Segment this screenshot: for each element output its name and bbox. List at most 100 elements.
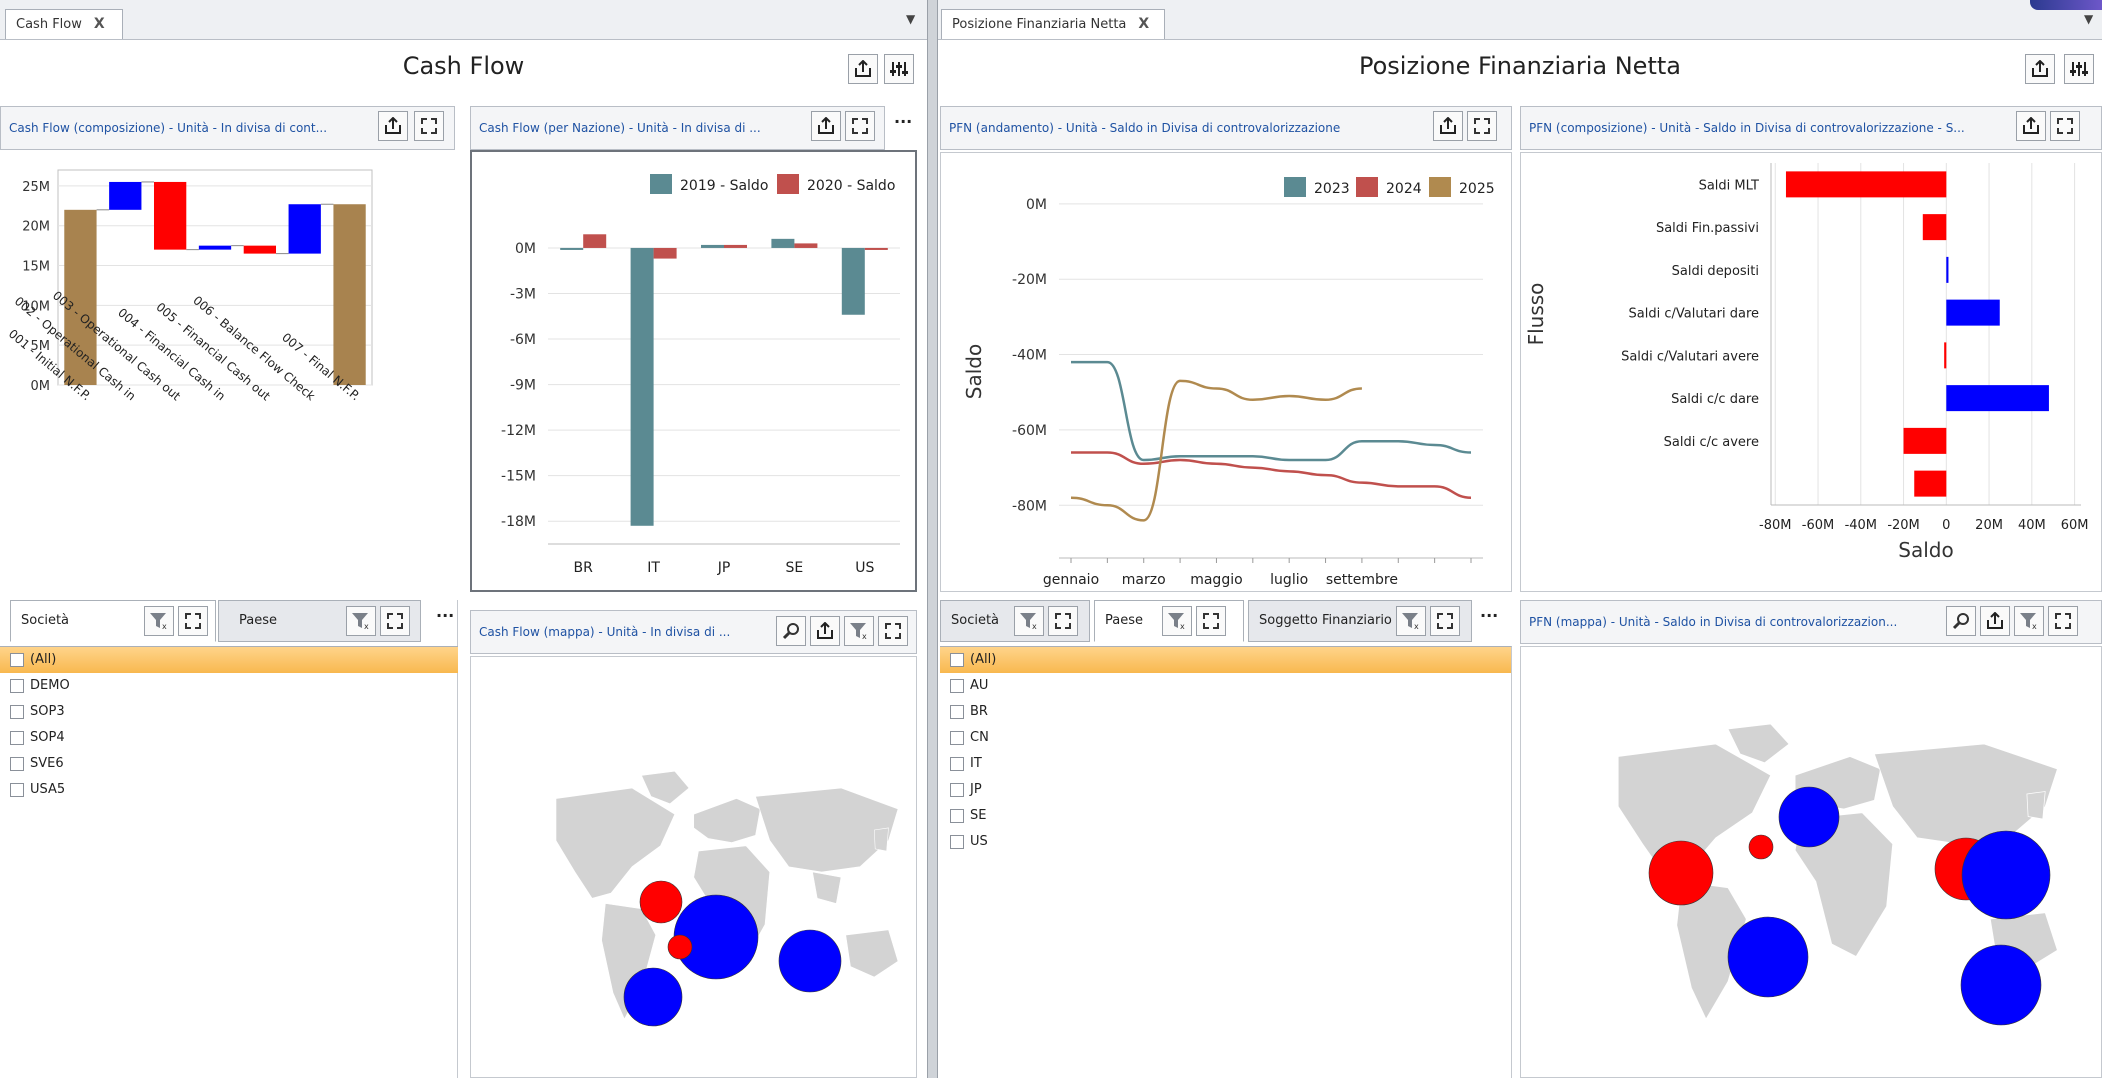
x-tick-label: -40M: [1845, 518, 1877, 533]
tab-label: Cash Flow: [16, 17, 82, 32]
export-button[interactable]: [378, 111, 408, 141]
filter-item-label: USA5: [30, 782, 66, 797]
clear-filter-icon[interactable]: x: [346, 606, 376, 636]
filter-list-item[interactable]: SOP3: [0, 699, 458, 725]
maximize-icon[interactable]: [1430, 606, 1460, 636]
filter-list-item[interactable]: CN: [940, 725, 1511, 751]
filter-list-item[interactable]: (All): [940, 647, 1511, 673]
land-shape: [845, 929, 899, 978]
checkbox[interactable]: [10, 705, 24, 719]
export-button[interactable]: [810, 616, 840, 646]
y-tick-label: Saldi c/Valutari avere: [1621, 349, 1759, 364]
maximize-icon[interactable]: [878, 616, 908, 646]
zoom-icon[interactable]: [1946, 606, 1976, 636]
maximize-icon[interactable]: [1048, 606, 1078, 636]
split-divider[interactable]: [927, 0, 938, 1078]
maximize-icon[interactable]: [414, 111, 444, 141]
panel-header-pfn-andamento: PFN (andamento) - Unità - Saldo in Divis…: [940, 106, 1512, 150]
tab-cash-flow[interactable]: Cash Flow X: [5, 9, 123, 39]
legend-swatch: [1429, 177, 1451, 197]
clear-filter-icon[interactable]: x: [144, 606, 174, 636]
filter-list-item[interactable]: SVE6: [0, 751, 458, 777]
checkbox[interactable]: [950, 835, 964, 849]
maximize-icon[interactable]: [845, 111, 875, 141]
export-button[interactable]: [1980, 606, 2010, 636]
zoom-icon[interactable]: [776, 616, 806, 646]
left-tabstrip: [0, 0, 927, 40]
svg-text:x: x: [1032, 622, 1037, 630]
filter-list-item[interactable]: AU: [940, 673, 1511, 699]
logo-icon: [2030, 0, 2102, 10]
clear-filter-icon[interactable]: x: [844, 616, 874, 646]
checkbox[interactable]: [10, 731, 24, 745]
clear-filter-icon[interactable]: x: [1014, 606, 1044, 636]
checkbox[interactable]: [950, 809, 964, 823]
more-menu-icon[interactable]: ···: [894, 112, 912, 131]
y-tick-label: Saldi Fin.passivi: [1656, 221, 1759, 236]
x-tick-label: settembre: [1326, 572, 1398, 588]
bar: [583, 234, 607, 248]
y-tick-label: -40M: [1012, 348, 1047, 364]
y-tick-label: Saldi c/c dare: [1671, 392, 1759, 407]
clear-filter-icon[interactable]: x: [1396, 606, 1426, 636]
value-bubble: [778, 929, 842, 993]
series-line: [1070, 379, 1362, 522]
export-button[interactable]: [811, 111, 841, 141]
maximize-icon[interactable]: [2050, 111, 2080, 141]
value-bubble: [1778, 786, 1840, 848]
checkbox[interactable]: [950, 757, 964, 771]
clear-filter-icon[interactable]: x: [2014, 606, 2044, 636]
x-tick-label: gennaio: [1043, 572, 1099, 588]
filter-list-item[interactable]: SOP4: [0, 725, 458, 751]
y-tick-label: 20M: [22, 220, 50, 235]
maximize-icon[interactable]: [178, 606, 208, 636]
filter-list-item[interactable]: DEMO: [0, 673, 458, 699]
checkbox[interactable]: [950, 679, 964, 693]
filter-list-item[interactable]: IT: [940, 751, 1511, 777]
maximize-icon[interactable]: [1467, 111, 1497, 141]
filter-list-item[interactable]: (All): [0, 647, 458, 673]
maximize-icon[interactable]: [380, 606, 410, 636]
y-tick-label: 15M: [22, 260, 50, 275]
maximize-icon[interactable]: [1196, 606, 1226, 636]
checkbox[interactable]: [950, 705, 964, 719]
filter-list-item[interactable]: BR: [940, 699, 1511, 725]
checkbox[interactable]: [950, 731, 964, 745]
filter-list: (All) DEMO SOP3 SOP4 SVE6 USA5: [0, 646, 458, 1078]
filter-list-item[interactable]: JP: [940, 777, 1511, 803]
filter-list-item[interactable]: SE: [940, 803, 1511, 829]
checkbox[interactable]: [10, 757, 24, 771]
y-tick-label: Saldi c/Valutari dare: [1629, 307, 1759, 322]
chevron-down-icon[interactable]: ▼: [906, 12, 915, 26]
export-button[interactable]: [1433, 111, 1463, 141]
value-bubble: [1961, 830, 2051, 920]
more-menu-icon[interactable]: ···: [436, 606, 454, 625]
checkbox[interactable]: [950, 653, 964, 667]
series-line: [1071, 360, 1472, 462]
chevron-down-icon[interactable]: ▼: [2084, 12, 2093, 26]
export-button[interactable]: [2025, 54, 2055, 84]
filter-item-label: SOP4: [30, 730, 65, 745]
checkbox[interactable]: [10, 653, 24, 667]
settings-icon[interactable]: [2064, 54, 2094, 84]
checkbox[interactable]: [950, 783, 964, 797]
checkbox[interactable]: [10, 679, 24, 693]
bar: [1785, 171, 1947, 198]
tab-posizione-finanziaria-netta[interactable]: Posizione Finanziaria Netta X: [941, 9, 1165, 39]
close-icon[interactable]: X: [1138, 16, 1149, 32]
more-menu-icon[interactable]: ···: [1480, 606, 1498, 625]
filter-item-label: SE: [970, 808, 987, 823]
export-button[interactable]: [2016, 111, 2046, 141]
settings-icon[interactable]: [884, 54, 914, 84]
export-button[interactable]: [848, 54, 878, 84]
legend-swatch: [650, 174, 672, 194]
clear-filter-icon[interactable]: x: [1162, 606, 1192, 636]
filter-item-label: CN: [970, 730, 989, 745]
bar: [841, 247, 865, 315]
filter-list-item[interactable]: USA5: [0, 777, 458, 803]
checkbox[interactable]: [10, 783, 24, 797]
maximize-icon[interactable]: [2048, 606, 2078, 636]
x-tick-label: JP: [717, 560, 731, 576]
close-icon[interactable]: X: [94, 16, 105, 32]
filter-list-item[interactable]: US: [940, 829, 1511, 855]
